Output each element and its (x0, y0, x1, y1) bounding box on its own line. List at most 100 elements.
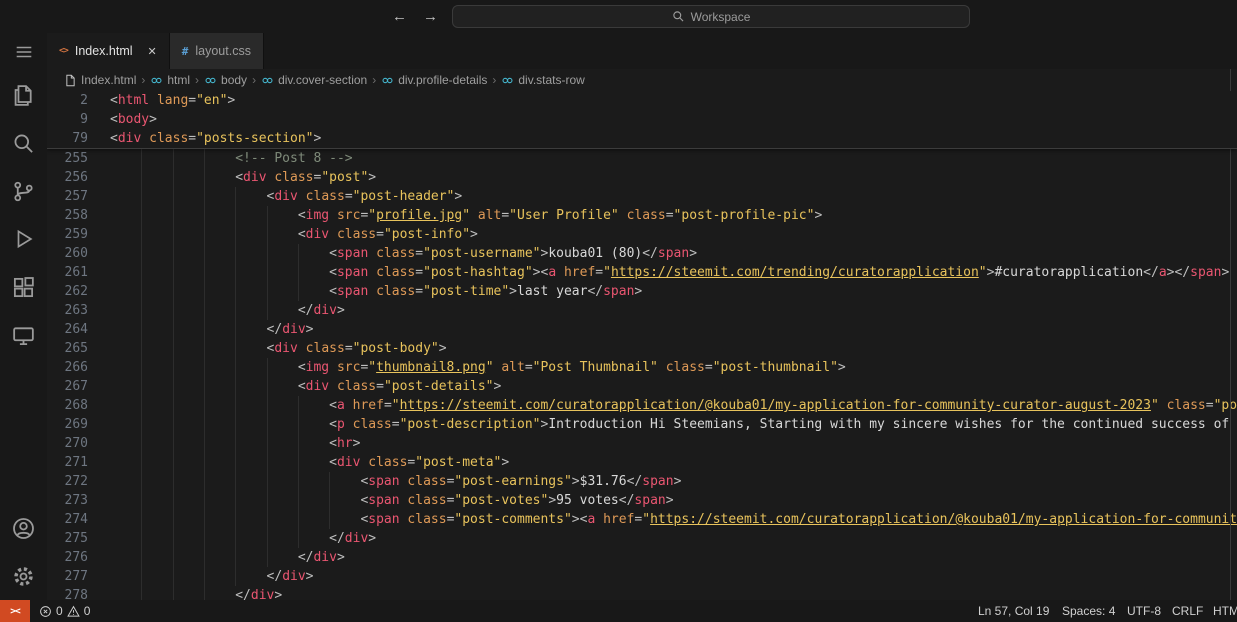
indent-guide (172, 548, 174, 567)
code-line[interactable]: 271 <div class="post-meta"> (47, 453, 1237, 472)
line-number[interactable]: 275 (47, 529, 88, 548)
line-number[interactable]: 271 (47, 453, 88, 472)
line-number[interactable]: 273 (47, 491, 88, 510)
indent-guide (235, 548, 237, 567)
code-line[interactable]: 272 <span class="post-earnings">$31.76</s… (47, 472, 1237, 491)
breadcrumb-item-cover-section[interactable]: div.cover-section (261, 73, 367, 87)
extensions-icon (13, 276, 34, 297)
code-line[interactable]: 262 <span class="post-time">last year</sp… (47, 282, 1237, 301)
line-number[interactable]: 258 (47, 206, 88, 225)
tab-label: Index.html (74, 44, 133, 58)
code-line[interactable]: 260 <span class="post-username">kouba01 (… (47, 244, 1237, 263)
indent-guide (172, 567, 174, 586)
code-line[interactable]: 266 <img src="thumbnail8.png" alt="Post T… (47, 358, 1237, 377)
indent-guide (203, 320, 205, 339)
indent-guide (141, 320, 143, 339)
code-line[interactable]: 258 <img src="profile.jpg" alt="User Prof… (47, 206, 1237, 225)
activity-item-search[interactable] (0, 119, 47, 167)
breadcrumb-item-html[interactable]: html (150, 73, 190, 87)
line-number[interactable]: 269 (47, 415, 88, 434)
line-number[interactable]: 265 (47, 339, 88, 358)
indent-guide (297, 263, 299, 282)
code-line[interactable]: 9 <body> (47, 110, 1237, 129)
activity-item-run-debug[interactable] (0, 215, 47, 263)
line-number[interactable]: 270 (47, 434, 88, 453)
code-line[interactable]: 273 <span class="post-votes">95 votes</sp… (47, 491, 1237, 510)
code-line[interactable]: 275 </div> (47, 529, 1237, 548)
activity-item-extensions[interactable] (0, 263, 47, 311)
indent-guide (297, 510, 299, 529)
line-number[interactable]: 276 (47, 548, 88, 567)
forward-button[interactable]: → (423, 8, 438, 25)
eol-setting[interactable]: CRLF (1172, 600, 1203, 622)
line-number[interactable]: 278 (47, 586, 88, 600)
code-line[interactable]: 264 </div> (47, 320, 1237, 339)
line-number[interactable]: 79 (47, 129, 88, 148)
editor[interactable]: 2 <html lang="en"> 9 <body> 79 <div class="po… (47, 91, 1237, 600)
code-line[interactable]: 255 <!-- Post 8 --> (47, 149, 1237, 168)
code-line[interactable]: 2 <html lang="en"> (47, 91, 1237, 110)
indent-guide (203, 548, 205, 567)
line-number[interactable]: 260 (47, 244, 88, 263)
warning-count: 0 (83, 604, 91, 618)
cursor-position[interactable]: Ln 57, Col 19 (978, 600, 1049, 622)
code-line[interactable]: 269 <p class="post-description">Introduct… (47, 415, 1237, 434)
language-mode[interactable]: HTML (1213, 600, 1237, 622)
code-line[interactable]: 276 </div> (47, 548, 1237, 567)
code-line[interactable]: 268 <a href="https://steemit.com/curatora… (47, 396, 1237, 415)
line-number[interactable]: 256 (47, 168, 88, 187)
indent-guide (329, 510, 331, 529)
activity-item-explorer[interactable] (0, 71, 47, 119)
account-button[interactable] (0, 504, 47, 552)
code-line[interactable]: 256 <div class="post"> (47, 168, 1237, 187)
code-line[interactable]: 79 <div class="posts-section"> (47, 129, 1237, 148)
line-number[interactable]: 264 (47, 320, 88, 339)
line-number[interactable]: 261 (47, 263, 88, 282)
line-number[interactable]: 266 (47, 358, 88, 377)
code-line[interactable]: 274 <span class="post-comments"><a href="… (47, 510, 1237, 529)
tab-index-html[interactable]: <> Index.html ✕ (47, 33, 170, 69)
encoding-setting[interactable]: UTF-8 (1127, 600, 1161, 622)
code-line[interactable]: 267 <div class="post-details"> (47, 377, 1237, 396)
indent-guide (266, 472, 268, 491)
activity-item-source-control[interactable] (0, 167, 47, 215)
code-line[interactable]: 270 <hr> (47, 434, 1237, 453)
line-number[interactable]: 2 (47, 91, 88, 110)
problems-indicator[interactable]: 0 0 (39, 604, 90, 618)
breadcrumb-item-file[interactable]: Index.html (64, 73, 136, 87)
command-center-search[interactable]: Workspace (452, 5, 970, 28)
remote-indicator[interactable]: >< (0, 600, 30, 622)
code-line[interactable]: 261 <span class="post-hashtag"><a href="h… (47, 263, 1237, 282)
indent-guide (203, 377, 205, 396)
menu-button[interactable] (0, 33, 47, 71)
code-area[interactable]: 255 <!-- Post 8 --> 256 <div class="post"> 2… (47, 149, 1237, 600)
line-number[interactable]: 274 (47, 510, 88, 529)
code-line[interactable]: 265 <div class="post-body"> (47, 339, 1237, 358)
settings-button[interactable] (0, 552, 47, 600)
breadcrumb-item-body[interactable]: body (204, 73, 247, 87)
tab-layout-css[interactable]: # layout.css (169, 33, 264, 69)
line-number[interactable]: 259 (47, 225, 88, 244)
activity-item-remote-explorer[interactable] (0, 311, 47, 359)
line-number[interactable]: 255 (47, 149, 88, 168)
breadcrumb-item-profile-details[interactable]: div.profile-details (381, 73, 487, 87)
code-line[interactable]: 277 </div> (47, 567, 1237, 586)
indentation-setting[interactable]: Spaces: 4 (1062, 600, 1115, 622)
line-number[interactable]: 263 (47, 301, 88, 320)
breadcrumb-item-stats-row[interactable]: div.stats-row (501, 73, 585, 87)
code-line[interactable]: 259 <div class="post-info"> (47, 225, 1237, 244)
line-number[interactable]: 267 (47, 377, 88, 396)
code-line[interactable]: 257 <div class="post-header"> (47, 187, 1237, 206)
tab-close-icon[interactable]: ✕ (148, 45, 157, 58)
code-line[interactable]: 278 </div> (47, 586, 1237, 600)
line-number[interactable]: 9 (47, 110, 88, 129)
back-button[interactable]: ← (392, 8, 407, 25)
code-line[interactable]: 263 </div> (47, 301, 1237, 320)
line-number[interactable]: 277 (47, 567, 88, 586)
indent-guide (266, 301, 268, 320)
line-number[interactable]: 257 (47, 187, 88, 206)
line-number[interactable]: 268 (47, 396, 88, 415)
line-number[interactable]: 272 (47, 472, 88, 491)
indent-guide (203, 358, 205, 377)
line-number[interactable]: 262 (47, 282, 88, 301)
